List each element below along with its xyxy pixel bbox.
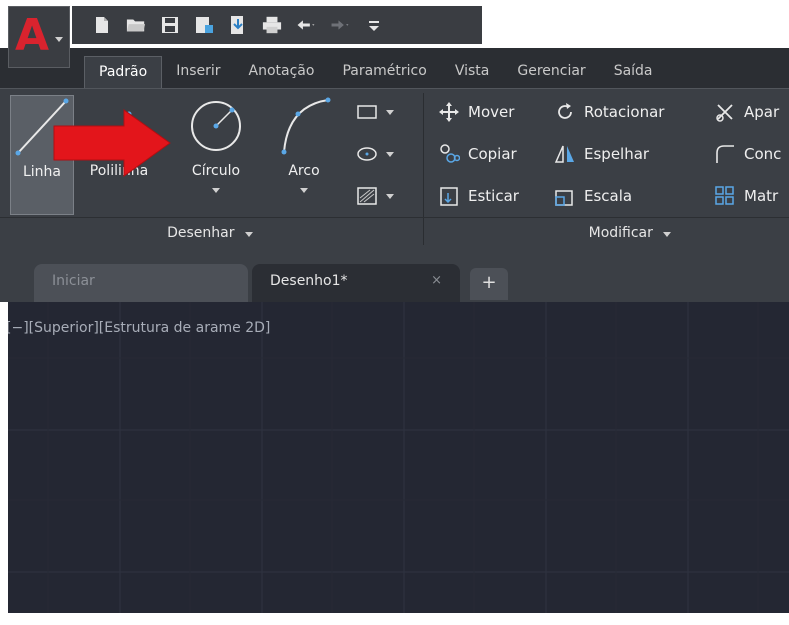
grid-lines [0,302,789,625]
save-icon[interactable] [160,15,180,35]
circle-tool-button[interactable]: Círculo [178,95,254,215]
circle-tool-label: Círculo [191,163,241,179]
print-icon[interactable] [262,15,282,35]
chevron-down-icon[interactable] [386,151,394,157]
move-tool-button[interactable]: Mover [438,99,514,125]
move-tool-label: Mover [468,103,515,121]
autocad-logo-icon: A [15,10,50,61]
cloud-open-icon[interactable] [228,15,248,35]
ellipse-icon [356,143,378,165]
file-tab-drawing1[interactable]: Desenho1* × [252,264,460,302]
save-as-icon[interactable] [194,15,214,35]
chevron-down-icon[interactable] [386,109,394,115]
close-icon[interactable]: × [431,264,442,298]
arc-icon [272,95,336,157]
rectangle-tool-button[interactable] [356,99,394,125]
trim-tool-label: Apar [744,103,780,121]
plus-icon: + [481,272,497,293]
chevron-down-icon[interactable] [300,188,308,193]
new-file-icon[interactable] [92,15,112,35]
arc-tool-button[interactable]: Arco [272,95,336,215]
copy-icon [438,143,460,165]
tab-gerenciar[interactable]: Gerenciar [503,56,599,88]
mirror-icon [554,143,576,165]
array-tool-button[interactable]: Matr [714,183,778,209]
copy-tool-button[interactable]: Copiar [438,141,517,167]
arc-tool-label: Arco [288,163,320,179]
modify-panel-title: Modificar [588,225,653,241]
rotate-icon [554,101,576,123]
rotate-tool-label: Rotacionar [584,103,665,121]
quick-access-toolbar [72,6,482,44]
application-menu-button[interactable]: A [8,6,70,68]
tab-inserir[interactable]: Inserir [162,56,234,88]
mirror-tool-label: Espelhar [584,145,650,163]
rotate-tool-button[interactable]: Rotacionar [554,99,664,125]
trim-tool-button[interactable]: Apar [714,99,779,125]
bottom-margin [0,613,789,625]
tab-saida[interactable]: Saída [600,56,667,88]
ellipse-tool-button[interactable] [356,141,394,167]
fillet-icon [714,143,736,165]
open-folder-icon[interactable] [126,15,146,35]
file-tab-bar: Iniciar Desenho1* × + [0,250,789,302]
draw-panel-title: Desenhar [167,225,235,241]
mirror-tool-button[interactable]: Espelhar [554,141,649,167]
stretch-tool-label: Esticar [468,187,519,205]
scale-icon [554,185,576,207]
tab-parametrico[interactable]: Paramétrico [328,56,440,88]
tab-anotacao[interactable]: Anotação [235,56,329,88]
panel-title-divider [0,217,789,218]
redo-icon[interactable] [330,15,350,35]
chevron-down-icon [244,232,253,237]
chevron-down-icon[interactable] [386,193,394,199]
hatch-icon [356,185,378,207]
undo-icon[interactable] [296,15,316,35]
circle-icon [178,95,254,157]
customize-qat-icon[interactable] [364,15,384,35]
rectangle-icon [356,101,378,123]
new-tab-button[interactable]: + [470,268,508,300]
array-icon [714,185,736,207]
fillet-tool-label: Conc [744,145,782,163]
left-margin [0,302,8,625]
trim-icon [714,101,736,123]
tab-padrao[interactable]: Padrão [84,56,163,88]
move-icon [438,101,460,123]
red-arrow-annotation [53,109,171,177]
panel-separator [423,93,424,245]
chevron-down-icon [55,37,63,42]
drawing-canvas[interactable]: [−][Superior][Estrutura de arame 2D] [0,302,789,625]
title-bar: A [0,0,789,68]
chevron-down-icon[interactable] [212,188,220,193]
scale-tool-label: Escala [584,187,633,205]
file-tab-start[interactable]: Iniciar [34,264,248,302]
file-tab-drawing1-label: Desenho1* [270,273,348,289]
draw-panel-title-button[interactable]: Desenhar [10,219,410,247]
modify-panel-title-button[interactable]: Modificar [430,219,789,247]
copy-tool-label: Copiar [468,145,517,163]
hatch-tool-button[interactable] [356,183,394,209]
viewport-controls-label[interactable]: [−][Superior][Estrutura de arame 2D] [6,320,270,336]
array-tool-label: Matr [744,187,779,205]
file-tab-start-label: Iniciar [52,273,95,289]
tab-vista[interactable]: Vista [441,56,504,88]
stretch-tool-button[interactable]: Esticar [438,183,519,209]
chevron-down-icon [663,232,672,237]
stretch-icon [438,185,460,207]
fillet-tool-button[interactable]: Conc [714,141,781,167]
ribbon-tab-bar: Padrão Inserir Anotação Paramétrico Vist… [0,48,789,88]
scale-tool-button[interactable]: Escala [554,183,632,209]
